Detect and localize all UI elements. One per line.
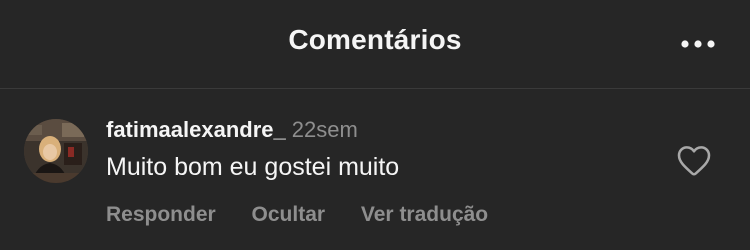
comment-timestamp: 22sem [291,117,358,142]
comments-screen: Comentários fatimaalexandre_ 22sem Muito… [0,0,750,250]
avatar[interactable] [24,119,88,183]
comment-text: Muito bom eu gostei muito [106,153,400,181]
heart-outline-icon [677,146,711,176]
comment-meta: fatimaalexandre_ 22sem [106,117,358,143]
reply-button[interactable]: Responder [106,203,216,226]
comment-item: fatimaalexandre_ 22sem Muito bom eu goste… [0,89,750,250]
hide-button[interactable]: Ocultar [252,203,326,226]
more-horizontal-icon [681,40,715,48]
header: Comentários [0,0,750,89]
comment-username[interactable]: fatimaalexandre_ [106,117,286,142]
more-options-button[interactable] [678,30,718,58]
page-title: Comentários [288,24,462,55]
comment-actions: Responder Ocultar Ver tradução [106,203,518,227]
like-button[interactable] [676,143,712,177]
translate-button[interactable]: Ver tradução [361,203,488,226]
